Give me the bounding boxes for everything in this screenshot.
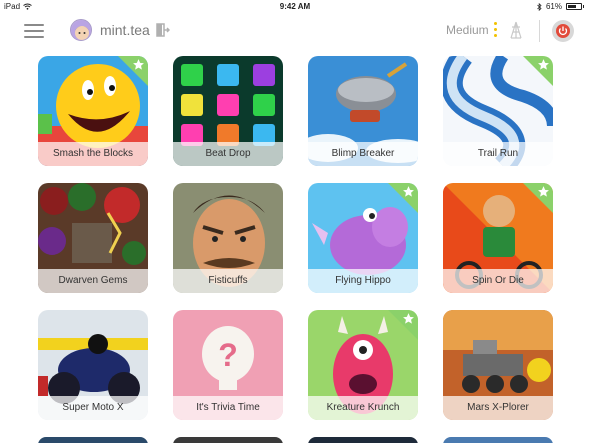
game-tile-fisticuffs[interactable]: Fisticuffs xyxy=(173,183,283,293)
favorite-star-icon[interactable] xyxy=(537,185,550,198)
game-tile-smash-the-blocks[interactable]: Smash the Blocks xyxy=(38,56,148,166)
partial-tile[interactable] xyxy=(173,437,283,443)
game-title: Spin Or Die xyxy=(443,269,553,293)
level-icon[interactable] xyxy=(508,21,524,39)
logout-icon[interactable] xyxy=(156,23,170,37)
game-title: Flying Hippo xyxy=(308,269,418,293)
power-icon xyxy=(556,24,570,38)
username[interactable]: mint.tea xyxy=(100,22,150,38)
hamburger-menu-icon[interactable] xyxy=(24,24,44,38)
game-title: Dwarven Gems xyxy=(38,269,148,293)
avatar[interactable] xyxy=(70,19,92,41)
partial-tile[interactable] xyxy=(308,437,418,443)
game-tile-beat-drop[interactable]: Beat Drop xyxy=(173,56,283,166)
game-tile-flying-hippo[interactable]: Flying Hippo xyxy=(308,183,418,293)
game-tile-kreature-krunch[interactable]: Kreature Krunch xyxy=(308,310,418,420)
game-tile-trail-run[interactable]: Trail Run xyxy=(443,56,553,166)
difficulty-label[interactable]: Medium xyxy=(446,23,489,37)
more-options-icon[interactable] xyxy=(494,22,498,38)
battery-tip xyxy=(583,5,584,8)
status-time: 9:42 AM xyxy=(279,2,311,11)
favorite-star-icon[interactable] xyxy=(537,58,550,71)
game-tile-super-moto-x[interactable]: Super Moto X xyxy=(38,310,148,420)
header-divider xyxy=(539,20,540,42)
power-button[interactable] xyxy=(552,20,574,42)
game-title: Beat Drop xyxy=(173,142,283,166)
svg-text:?: ? xyxy=(218,337,238,373)
status-bar: iPad 9:42 AM 61% xyxy=(0,0,590,14)
favorite-star-icon[interactable] xyxy=(132,58,145,71)
status-right: 61% xyxy=(537,2,584,11)
game-tile-spin-or-die[interactable]: Spin Or Die xyxy=(443,183,553,293)
app-header: mint.tea Medium xyxy=(0,14,590,48)
game-title: Blimp Breaker xyxy=(308,142,418,166)
game-title: Trail Run xyxy=(443,142,553,166)
game-tile-blimp-breaker[interactable]: Blimp Breaker xyxy=(308,56,418,166)
bluetooth-icon xyxy=(537,2,542,11)
game-title: Mars X-Plorer xyxy=(443,396,553,420)
game-title: Fisticuffs xyxy=(173,269,283,293)
game-tile-mars-x-plorer[interactable]: Mars X-Plorer xyxy=(443,310,553,420)
battery-percent: 61% xyxy=(545,2,562,11)
game-title: Super Moto X xyxy=(38,396,148,420)
game-tile-dwarven-gems[interactable]: Dwarven Gems xyxy=(38,183,148,293)
partial-tile[interactable] xyxy=(38,437,148,443)
favorite-star-icon[interactable] xyxy=(402,312,415,325)
game-title: Smash the Blocks xyxy=(38,142,148,166)
favorite-star-icon[interactable] xyxy=(402,185,415,198)
game-title: Kreature Krunch xyxy=(308,396,418,420)
avatar-face-icon xyxy=(71,20,91,40)
game-tile-its-trivia-time[interactable]: ? It's Trivia Time xyxy=(173,310,283,420)
game-title: It's Trivia Time xyxy=(173,396,283,420)
battery-icon xyxy=(566,3,582,10)
partial-tile[interactable] xyxy=(443,437,553,443)
